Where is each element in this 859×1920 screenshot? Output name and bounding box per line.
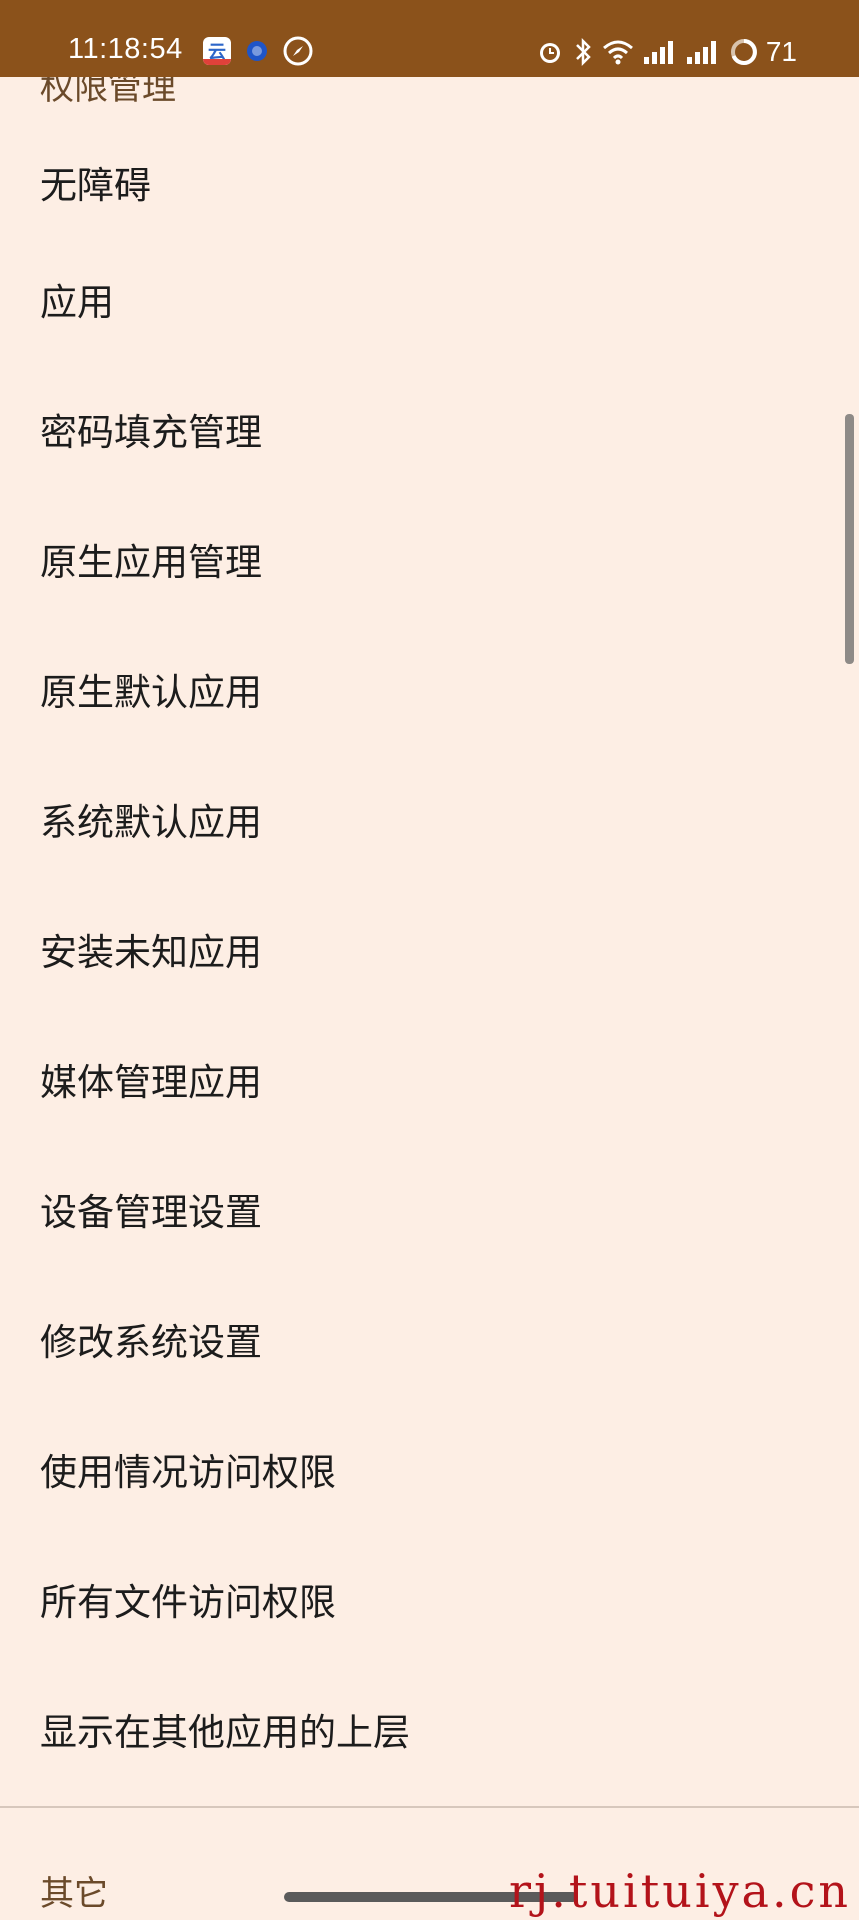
- signal-icon: [686, 39, 720, 65]
- alarm-icon: [536, 38, 564, 66]
- section-header-partial-bottom: 其它: [40, 1874, 108, 1914]
- section-divider: [0, 1806, 859, 1808]
- compass-icon: [283, 36, 313, 66]
- scrollbar[interactable]: [845, 414, 854, 664]
- menu-item-all-files-access[interactable]: 所有文件访问权限: [0, 1534, 859, 1664]
- signal-icon: [643, 39, 677, 65]
- system-icons: 71: [536, 36, 797, 68]
- menu-item-system-default-apps[interactable]: 系统默认应用: [0, 754, 859, 884]
- menu-item-device-admin-settings[interactable]: 设备管理设置: [0, 1144, 859, 1274]
- watermark: rj.tuituiya.cn: [509, 1864, 851, 1918]
- status-time: 11:18:54: [68, 33, 183, 65]
- battery-ring-icon: [729, 37, 759, 67]
- bluetooth-icon: [573, 37, 593, 67]
- battery-level: 71: [765, 36, 797, 67]
- menu-item-accessibility[interactable]: 无障碍: [0, 130, 859, 234]
- settings-menu-list: 无障碍 应用 密码填充管理 原生应用管理 原生默认应用 系统默认应用 安装未知应…: [0, 130, 859, 1794]
- blue-dot-icon: [245, 39, 269, 63]
- menu-item-native-app-management[interactable]: 原生应用管理: [0, 494, 859, 624]
- menu-item-apps[interactable]: 应用: [0, 234, 859, 364]
- menu-item-display-over-other-apps[interactable]: 显示在其他应用的上层: [0, 1664, 859, 1794]
- notification-icons: 云: [203, 36, 313, 66]
- wifi-icon: [602, 39, 634, 65]
- status-bar: 11:18:54 云 71: [0, 0, 859, 77]
- menu-item-modify-system-settings[interactable]: 修改系统设置: [0, 1274, 859, 1404]
- menu-item-native-default-apps[interactable]: 原生默认应用: [0, 624, 859, 754]
- menu-item-usage-access[interactable]: 使用情况访问权限: [0, 1404, 859, 1534]
- menu-item-media-management-apps[interactable]: 媒体管理应用: [0, 1014, 859, 1144]
- cloud-app-icon: 云: [203, 37, 231, 65]
- menu-item-password-autofill[interactable]: 密码填充管理: [0, 364, 859, 494]
- menu-item-install-unknown-apps[interactable]: 安装未知应用: [0, 884, 859, 1014]
